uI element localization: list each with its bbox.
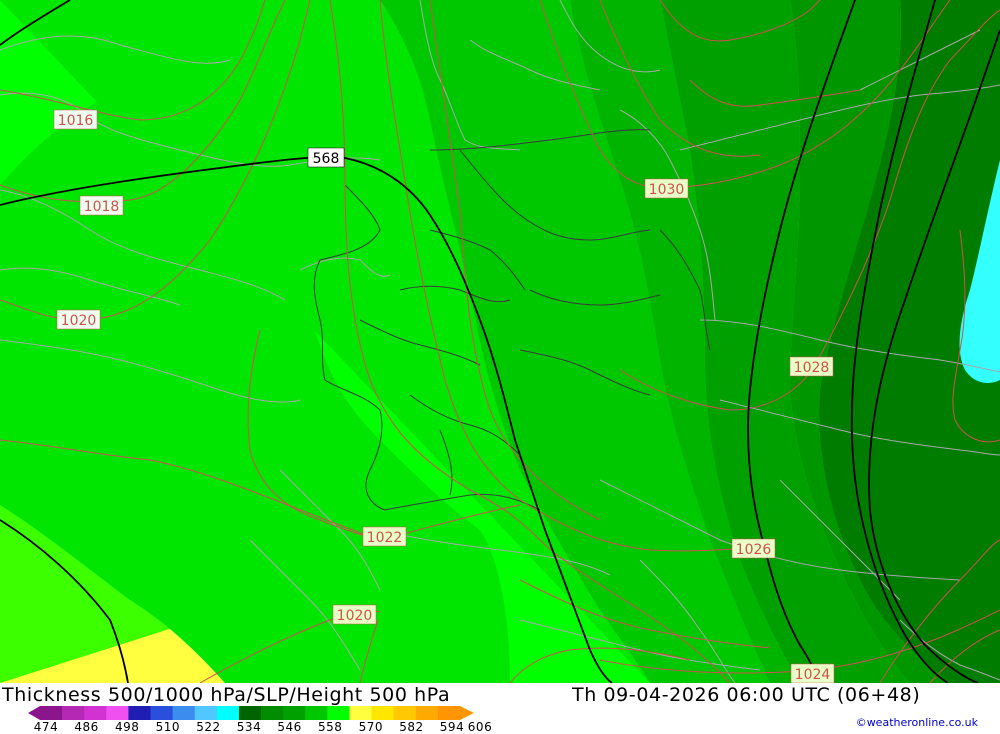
slp-label-1026: 1026 bbox=[731, 538, 776, 559]
svg-text:1028: 1028 bbox=[794, 360, 830, 376]
scale-tick-label: 594 bbox=[439, 720, 465, 734]
scale-tick-label: 510 bbox=[155, 720, 180, 734]
scale-swatch bbox=[216, 706, 240, 720]
svg-text:1026: 1026 bbox=[736, 542, 772, 558]
scale-swatch bbox=[283, 706, 306, 720]
scale-tick-label: 606 bbox=[467, 720, 493, 734]
slp-label-1030: 1030 bbox=[644, 178, 689, 199]
scale-swatch bbox=[305, 706, 328, 720]
slp-label-1020: 1020 bbox=[56, 309, 101, 330]
scale-swatch bbox=[327, 706, 350, 720]
scale-swatch bbox=[238, 706, 262, 720]
weather-map: 1016 1018 1020 1030 1028 1022 1026 1020 … bbox=[0, 0, 1000, 683]
svg-text:1030: 1030 bbox=[649, 182, 685, 198]
scale-swatch bbox=[106, 706, 129, 720]
svg-text:1020: 1020 bbox=[61, 313, 97, 329]
scale-swatch bbox=[371, 706, 395, 720]
svg-text:1020: 1020 bbox=[337, 608, 373, 624]
scale-tick-label: 522 bbox=[196, 720, 221, 734]
scale-tick-label: 534 bbox=[236, 720, 262, 734]
svg-text:1022: 1022 bbox=[367, 530, 403, 546]
scale-tick-label: 546 bbox=[277, 720, 302, 734]
svg-text:1016: 1016 bbox=[58, 113, 94, 129]
scale-swatch bbox=[150, 706, 174, 720]
slp-label-1024: 1024 bbox=[790, 663, 835, 683]
scale-tick-label: 498 bbox=[114, 720, 140, 734]
scale-swatch bbox=[40, 706, 63, 720]
slp-label-1016: 1016 bbox=[53, 109, 98, 130]
scale-swatch bbox=[437, 706, 461, 720]
color-scale bbox=[28, 706, 474, 720]
scale-swatch bbox=[194, 706, 218, 720]
scale-swatch bbox=[62, 706, 85, 720]
map-footer: Thickness 500/1000 hPa/SLP/Height 500 hP… bbox=[0, 683, 1000, 734]
credit-text: ©weatheronline.co.uk bbox=[855, 716, 978, 729]
height-label-568: 568 bbox=[307, 147, 345, 168]
scale-tick-label: 570 bbox=[358, 720, 383, 734]
scale-tick-label: 582 bbox=[399, 720, 424, 734]
forecast-datetime: Th 09-04-2026 06:00 UTC (06+48) bbox=[572, 684, 921, 706]
slp-label-1022: 1022 bbox=[362, 526, 407, 547]
scale-arrow-right bbox=[460, 706, 474, 720]
scale-swatch bbox=[172, 706, 196, 720]
scale-swatch bbox=[415, 706, 439, 720]
slp-label-1028: 1028 bbox=[789, 356, 834, 377]
slp-label-1020-south: 1020 bbox=[332, 604, 377, 625]
scale-swatch bbox=[261, 706, 284, 720]
scale-swatch bbox=[84, 706, 107, 720]
scale-swatch bbox=[128, 706, 152, 720]
slp-label-1018: 1018 bbox=[79, 195, 124, 216]
map-title: Thickness 500/1000 hPa/SLP/Height 500 hP… bbox=[2, 684, 451, 706]
scale-arrow-left bbox=[28, 706, 40, 720]
svg-text:1024: 1024 bbox=[795, 667, 831, 683]
svg-text:1018: 1018 bbox=[84, 199, 120, 215]
svg-text:568: 568 bbox=[313, 151, 340, 167]
scale-swatch bbox=[349, 706, 373, 720]
color-scale-ticks: 474 486 498 510 522 534 546 558 570 582 594 606 bbox=[0, 720, 520, 734]
scale-swatch bbox=[393, 706, 417, 720]
scale-tick-label: 474 bbox=[33, 720, 59, 734]
scale-tick-label: 486 bbox=[74, 720, 99, 734]
scale-tick-label: 558 bbox=[317, 720, 343, 734]
